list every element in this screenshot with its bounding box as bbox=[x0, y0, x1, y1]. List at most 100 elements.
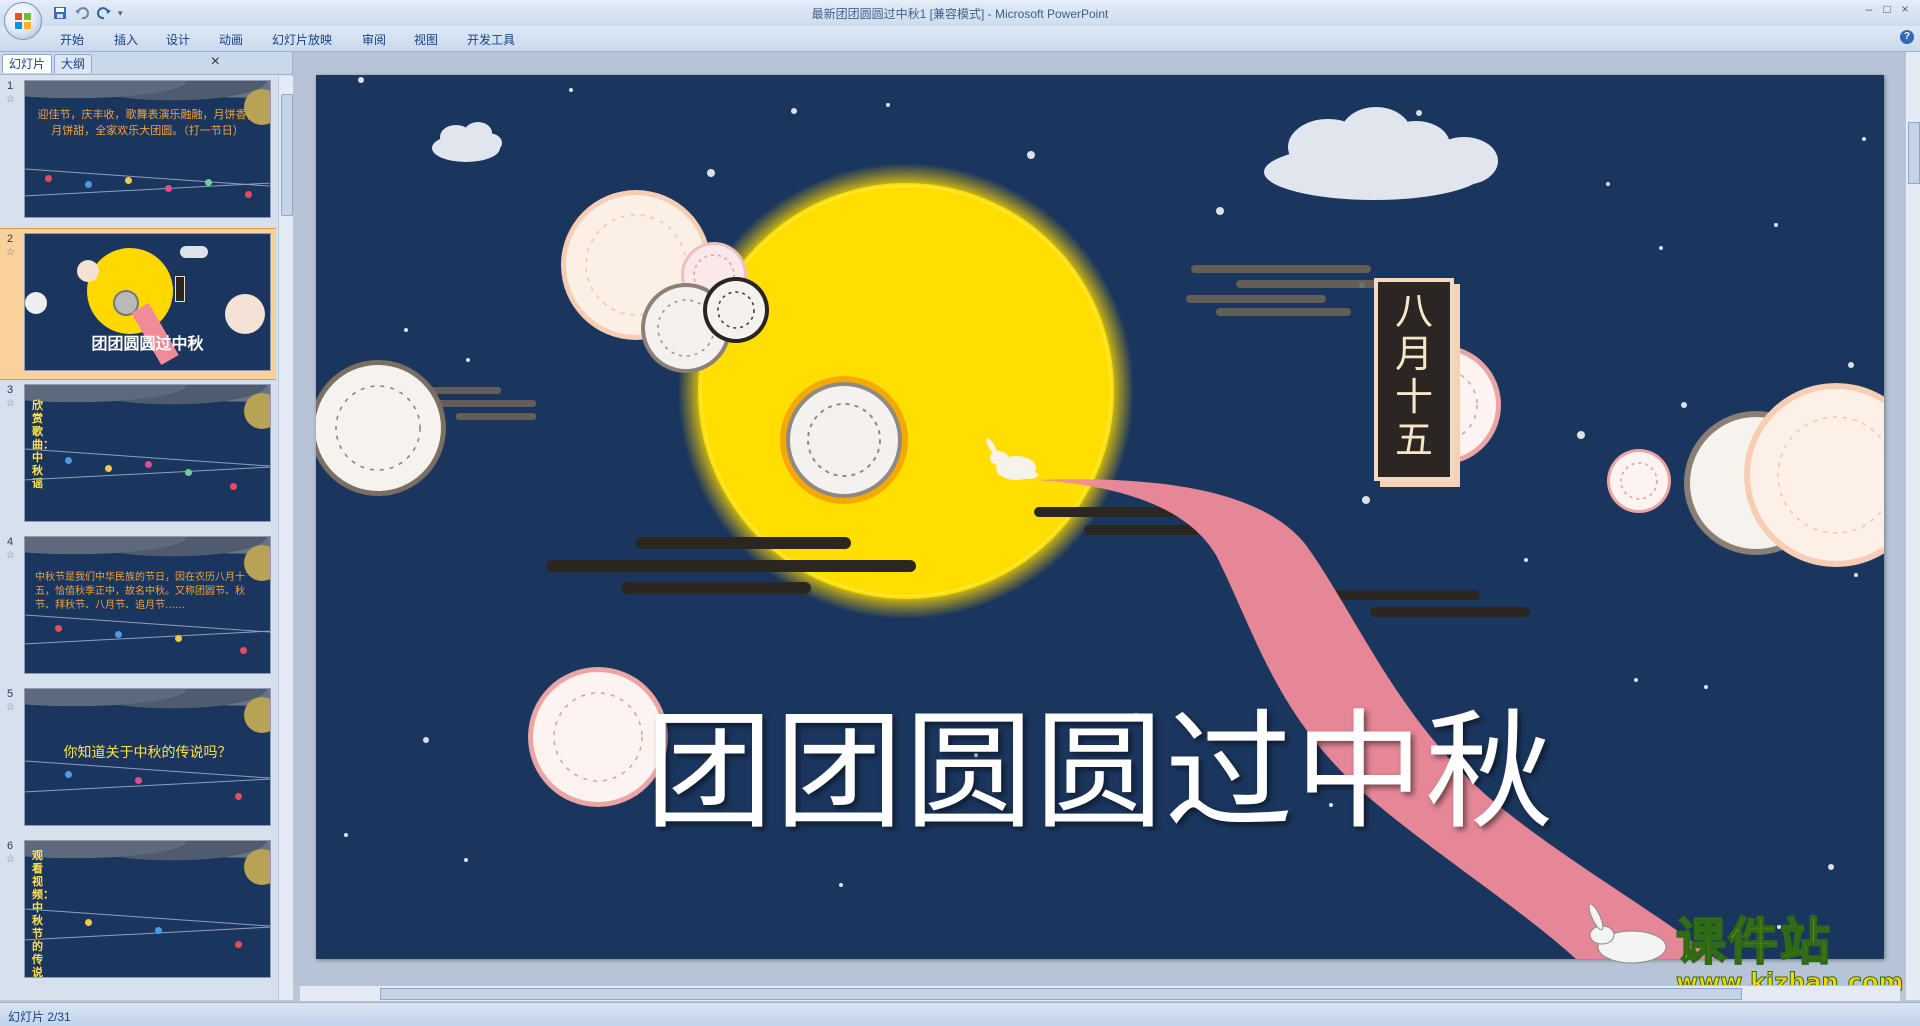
thumbnail-text: 中秋节是我们中华民族的节日，因在农历八月十五，恰值秋季正中，故名中秋。又称团圆节… bbox=[35, 572, 245, 611]
lantern-string bbox=[25, 182, 270, 197]
lantern-icon bbox=[45, 175, 52, 182]
slide-title[interactable]: 团团圆圆过中秋 bbox=[316, 703, 1884, 843]
thumbnail-image: 观看视频：中秋节的传说 bbox=[24, 840, 271, 978]
thumbnail-number: 1 bbox=[7, 80, 14, 92]
lantern-icon bbox=[65, 457, 72, 464]
cloud-decoration bbox=[180, 246, 208, 258]
lantern-string bbox=[25, 926, 270, 941]
lantern-icon bbox=[175, 635, 182, 642]
lantern-icon bbox=[185, 469, 192, 476]
slide-canvas[interactable]: 八月十五 团团圆圆过中秋 bbox=[316, 75, 1884, 959]
thumbnail-number: 3 bbox=[7, 384, 14, 396]
scroll-thumb[interactable] bbox=[380, 988, 1742, 1000]
lantern-icon bbox=[115, 631, 122, 638]
lantern-icon bbox=[125, 177, 132, 184]
animation-star-icon: ☆ bbox=[6, 854, 15, 865]
thumbnail-text: 观看视频：中秋节的传说 bbox=[32, 849, 54, 978]
date-badge: 八月十五 bbox=[1374, 278, 1454, 481]
tab-home[interactable]: 开始 bbox=[60, 31, 84, 48]
animation-star-icon: ☆ bbox=[6, 94, 15, 105]
animation-star-icon: ☆ bbox=[6, 550, 15, 561]
animation-star-icon: ☆ bbox=[6, 247, 15, 258]
slide-thumbnail-2[interactable]: 2 ☆ 团团圆圆过中秋 bbox=[0, 228, 276, 380]
lantern-icon bbox=[235, 941, 242, 948]
lantern-icon bbox=[135, 777, 142, 784]
tab-insert[interactable]: 插入 bbox=[114, 31, 138, 48]
lantern-icon bbox=[105, 465, 112, 472]
lantern-icon bbox=[230, 483, 237, 490]
badge-text: 八月十五 bbox=[1394, 289, 1433, 462]
slide-thumbnail-3[interactable]: 3 ☆ 欣赏歌曲：中秋谣 bbox=[0, 380, 276, 530]
cloud-right bbox=[1264, 107, 1498, 200]
thumbnail-text: 欣赏歌曲：中秋谣 bbox=[32, 399, 54, 490]
thumbnail-image: 你知道关于中秋的传说吗？ bbox=[24, 688, 271, 826]
watermark-name: 课件站 bbox=[1675, 913, 1832, 971]
flower-right-small bbox=[1607, 449, 1671, 513]
slide-thumbnail-5[interactable]: 5 ☆ 你知道关于中秋的传说吗？ bbox=[0, 684, 276, 834]
watermark-logo bbox=[1582, 903, 1672, 975]
tab-slideshow[interactable]: 幻灯片放映 bbox=[272, 31, 332, 48]
vertical-scrollbar[interactable] bbox=[1905, 52, 1920, 1000]
lantern-icon bbox=[65, 771, 72, 778]
window-controls: – □ × bbox=[1860, 2, 1914, 18]
lantern-icon bbox=[85, 181, 92, 188]
thumbnail-number: 5 bbox=[7, 688, 14, 700]
thumbnail-image: 团团圆圆过中秋 bbox=[24, 233, 271, 371]
tab-design[interactable]: 设计 bbox=[166, 31, 190, 48]
tab-outline[interactable]: 大纲 bbox=[54, 54, 93, 73]
help-icon[interactable]: ? bbox=[1900, 30, 1914, 44]
horizontal-scrollbar[interactable] bbox=[300, 985, 1900, 1001]
lantern-string bbox=[25, 466, 270, 481]
cloud-left bbox=[432, 122, 502, 162]
lantern-icon bbox=[205, 179, 212, 186]
cloud-decoration bbox=[25, 689, 270, 719]
lantern-string bbox=[25, 908, 270, 927]
flower-decoration bbox=[77, 260, 99, 282]
lantern-icon bbox=[245, 191, 252, 198]
flower-in-moon bbox=[780, 376, 908, 504]
cloud-decoration bbox=[25, 537, 270, 567]
thumbnail-list: 1 ☆ 迎佳节，庆丰收，歌舞表演乐融融，月饼香，月饼甜，全家欢乐大团圆。（打一节… bbox=[0, 76, 276, 1000]
panel-scrollbar[interactable] bbox=[278, 76, 293, 1000]
panel-close-icon[interactable]: × bbox=[211, 54, 220, 70]
tab-review[interactable]: 审阅 bbox=[362, 31, 386, 48]
moon-decoration bbox=[244, 697, 270, 733]
scroll-thumb[interactable] bbox=[281, 94, 293, 216]
minimize-button[interactable]: – bbox=[1860, 2, 1878, 18]
slides-panel: 幻灯片 大纲 × 1 ☆ 迎佳节，庆丰收，歌舞表演乐融融，月饼香，月饼甜，全家欢… bbox=[0, 52, 293, 1000]
moon-decoration bbox=[244, 393, 270, 429]
flower-left bbox=[316, 360, 446, 496]
rabbit-logo-icon bbox=[1588, 903, 1667, 964]
animation-star-icon: ☆ bbox=[6, 702, 15, 713]
moon-decoration bbox=[244, 849, 270, 885]
lantern-icon bbox=[85, 919, 92, 926]
lantern-icon bbox=[145, 461, 152, 468]
slide-counter: 幻灯片 2/31 bbox=[8, 1010, 71, 1024]
lantern-string bbox=[25, 760, 270, 779]
slide-thumbnail-6[interactable]: 6 ☆ 观看视频：中秋节的传说 bbox=[0, 836, 276, 986]
cloud-decoration bbox=[25, 841, 270, 871]
lantern-icon bbox=[235, 793, 242, 800]
tab-animation[interactable]: 动画 bbox=[219, 31, 243, 48]
flower-decoration bbox=[25, 292, 47, 314]
thumbnail-number: 6 bbox=[7, 840, 14, 852]
restore-button[interactable]: □ bbox=[1878, 2, 1896, 18]
ribbon-tab-bar: 开始 插入 设计 动画 幻灯片放映 审阅 视图 开发工具 ? bbox=[0, 26, 1920, 52]
slide-thumbnail-1[interactable]: 1 ☆ 迎佳节，庆丰收，歌舞表演乐融融，月饼香，月饼甜，全家欢乐大团圆。（打一节… bbox=[0, 76, 276, 226]
panel-tabs: 幻灯片 大纲 × bbox=[0, 52, 292, 75]
tab-developer[interactable]: 开发工具 bbox=[467, 31, 515, 48]
slide-thumbnail-4[interactable]: 4 ☆ 中秋节是我们中华民族的节日，因在农历八月十五，恰值秋季正中，故名中秋。又… bbox=[0, 532, 276, 682]
tab-view[interactable]: 视图 bbox=[414, 31, 438, 48]
status-bar: 幻灯片 2/31 bbox=[0, 1002, 1920, 1026]
office-button[interactable] bbox=[4, 2, 42, 40]
thumbnail-image: 欣赏歌曲：中秋谣 bbox=[24, 384, 271, 522]
thumbnail-text: 你知道关于中秋的传说吗？ bbox=[63, 745, 232, 761]
lantern-string bbox=[25, 778, 270, 793]
thumbnail-image: 迎佳节，庆丰收，歌舞表演乐融融，月饼香，月饼甜，全家欢乐大团圆。（打一节日） bbox=[24, 80, 271, 218]
thumbnail-number: 2 bbox=[7, 233, 14, 245]
thumbnail-number: 4 bbox=[7, 536, 14, 548]
tab-slides[interactable]: 幻灯片 bbox=[2, 54, 53, 73]
lantern-icon bbox=[55, 625, 62, 632]
scroll-thumb[interactable] bbox=[1908, 122, 1920, 184]
close-button[interactable]: × bbox=[1896, 2, 1914, 18]
